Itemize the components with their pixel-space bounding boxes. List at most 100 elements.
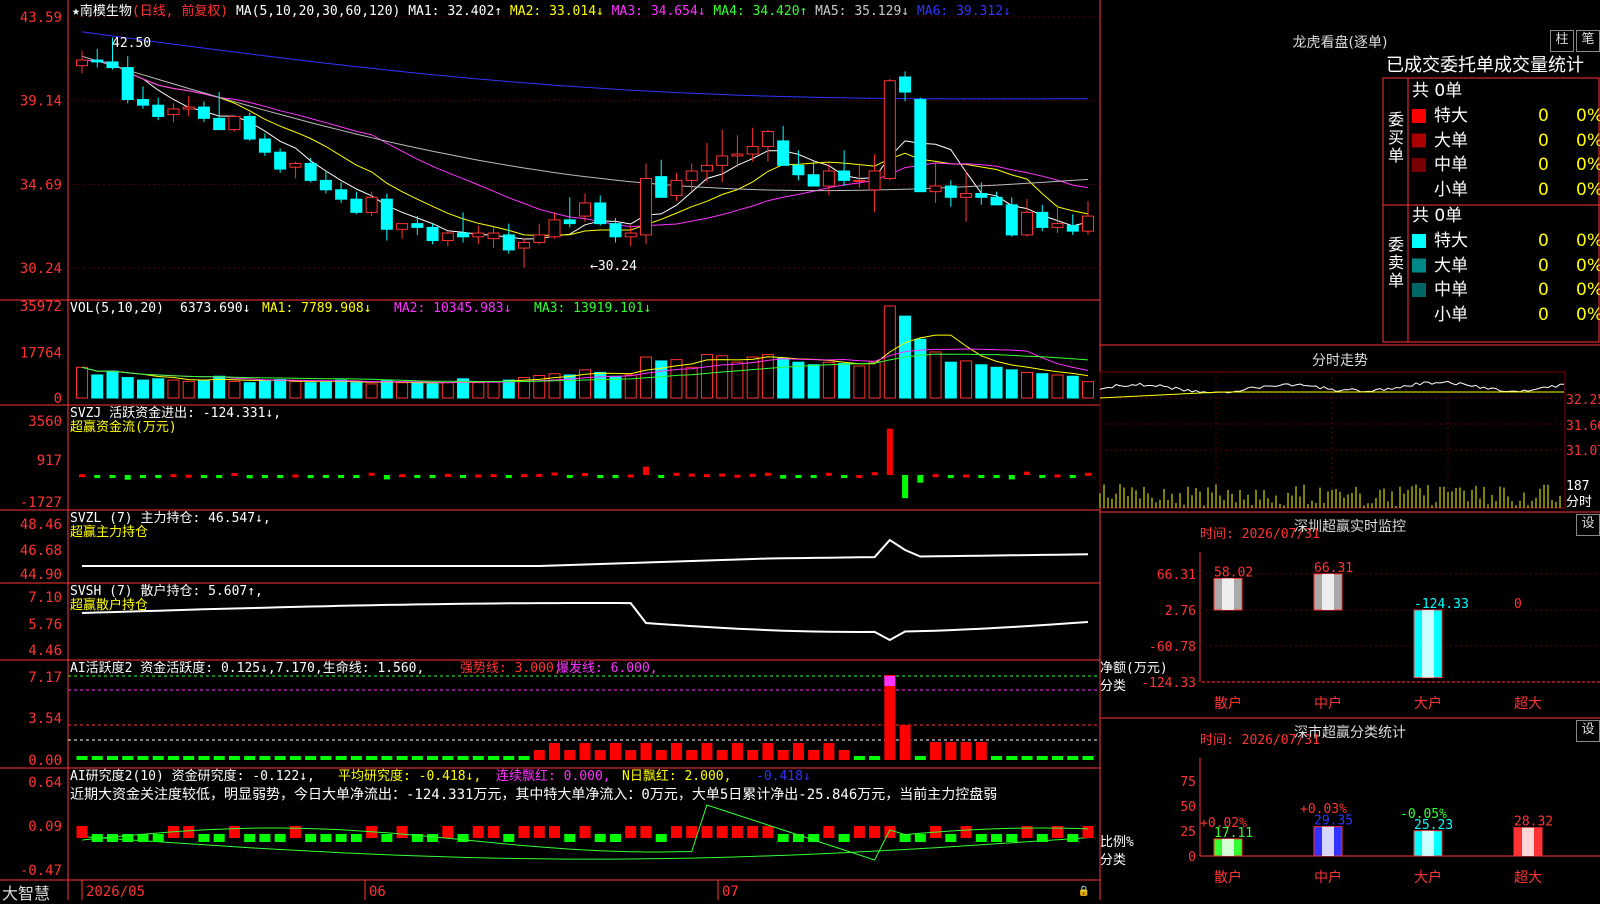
- ai-active-bar: [122, 756, 133, 760]
- candle-body: [869, 171, 880, 190]
- svsh-label: SVSH (7) 散户持仓: 5.607↑,: [70, 585, 263, 599]
- volume-bar: [930, 352, 941, 398]
- candle-body: [503, 235, 514, 250]
- sz_class-cat: 散户: [1214, 869, 1242, 886]
- candle-body: [366, 197, 377, 212]
- svzj-bar: [628, 474, 634, 477]
- ai-research-bar: [534, 826, 545, 838]
- ai-active-bar: [397, 756, 408, 760]
- ai-research-bar: [656, 834, 667, 842]
- svzj-bar: [247, 475, 253, 478]
- svzj-bar: [475, 474, 481, 477]
- tick-mode-button[interactable]: 笔: [1576, 30, 1600, 52]
- ai-research-bar: [1006, 834, 1017, 842]
- candle-body: [259, 139, 270, 152]
- candle-body: [137, 100, 148, 106]
- ai-research-bar: [961, 826, 972, 838]
- ai-active-bar: [1067, 756, 1078, 760]
- svzl-sub: 超赢主力持仓: [70, 526, 148, 540]
- ai-research-bar: [153, 834, 164, 842]
- ma-line-MA4: [82, 837, 1088, 860]
- volume-bar: [427, 384, 438, 398]
- candle-body: [168, 109, 179, 115]
- stock-header: ★南模生物(日线, 前复权) MA(5,10,20,30,60,120) MA1…: [72, 0, 1011, 19]
- ai-research-bar: [564, 834, 575, 842]
- candle-body: [580, 203, 591, 216]
- svzj-bar: [323, 475, 329, 478]
- candle-body: [808, 175, 819, 186]
- vol-tick-label: 35972: [20, 299, 62, 315]
- candle-body: [275, 152, 286, 169]
- sz-class-settings-button[interactable]: 设: [1576, 720, 1600, 742]
- ai-research-bar: [336, 834, 347, 842]
- ai-research-tick-label: 0.09: [28, 819, 62, 835]
- ai-research-bar: [762, 826, 773, 838]
- sz_class-bar-shine: [1422, 831, 1434, 856]
- candle-body: [290, 163, 301, 167]
- ai-active-bar: [1037, 756, 1048, 760]
- candle-body: [1067, 226, 1078, 232]
- vol-tick-label: 17764: [20, 346, 62, 362]
- volume-bar: [442, 383, 453, 398]
- volume-bar: [1052, 375, 1063, 398]
- buy-row-pct: 0%: [1576, 131, 1600, 151]
- ai-research-bar: [991, 834, 1002, 842]
- volume-bar: [336, 380, 347, 398]
- ai-research-bar: [900, 834, 911, 842]
- volume-bar: [259, 381, 270, 398]
- volume-bar: [717, 356, 728, 398]
- volume-bar: [869, 362, 880, 398]
- vol-ma-item: MA2: 10345.983↓: [394, 302, 511, 316]
- ai-research-bar: [244, 834, 255, 842]
- ai-active-tick-label: 0.00: [28, 753, 62, 769]
- svzl-tick-label: 44.90: [20, 567, 62, 583]
- buy-count: 共 0单: [1412, 81, 1462, 101]
- svzj-bar: [536, 474, 542, 477]
- sell-row-count: 0: [1538, 305, 1549, 325]
- sell-row-count: 0: [1538, 256, 1549, 276]
- sell-swatch: [1412, 234, 1426, 248]
- ai-research-bar: [595, 834, 606, 842]
- ai-active-bar: [686, 750, 697, 760]
- ai-active-bar: [229, 756, 240, 760]
- sz-monitor-settings-button[interactable]: 设: [1576, 514, 1600, 536]
- svzj-bar: [292, 474, 298, 477]
- candle-body: [92, 60, 103, 62]
- sz_monitor-cat: 散户: [1214, 695, 1242, 712]
- svsh-sub: 超赢散户持仓: [70, 599, 148, 613]
- volume-bar: [397, 383, 408, 398]
- candle-body: [625, 233, 636, 237]
- ai-active-bar: [900, 725, 911, 760]
- bar-mode-button[interactable]: 柱: [1550, 30, 1574, 52]
- high-price-label: 42.50: [112, 36, 151, 51]
- date-label: 06: [369, 884, 386, 900]
- price-tick-label: 43.59: [20, 10, 62, 26]
- sell-row-count: 0: [1538, 231, 1549, 251]
- sell-row-pct: 0%: [1576, 280, 1600, 300]
- star-icon[interactable]: ★: [72, 4, 80, 19]
- main-chart-canvas[interactable]: 43.59 39.14 34.69 30.24 42.50 ←30.24 35972 1776…: [0, 0, 1600, 900]
- ai-research-bar: [610, 834, 621, 842]
- ai-active-bar: [198, 756, 209, 760]
- svzj-bar: [170, 474, 176, 477]
- candle-body: [961, 194, 972, 198]
- longhu-tabs[interactable]: 已成交委托单成交量统计: [1386, 56, 1584, 76]
- candle-body: [640, 179, 651, 235]
- svzj-bar: [445, 474, 451, 477]
- ai-active-bar: [305, 756, 316, 760]
- ai-research-bar: [519, 826, 530, 838]
- svzj-tick-label: 3560: [28, 414, 62, 430]
- sz_monitor-value: 66.31: [1314, 561, 1353, 576]
- candle-body: [823, 171, 834, 186]
- svzj-bar: [765, 473, 771, 476]
- sz_class-tick: 75: [1180, 775, 1196, 790]
- svzj-bar: [491, 474, 497, 477]
- ai-active-bar: [580, 743, 591, 760]
- candle-body: [412, 224, 423, 228]
- candle-body: [229, 116, 240, 129]
- volume-bar: [945, 362, 956, 398]
- svzj-bar: [262, 475, 268, 478]
- candle-body: [320, 180, 331, 189]
- candle-body: [458, 233, 469, 237]
- ai-research-bar: [442, 826, 453, 838]
